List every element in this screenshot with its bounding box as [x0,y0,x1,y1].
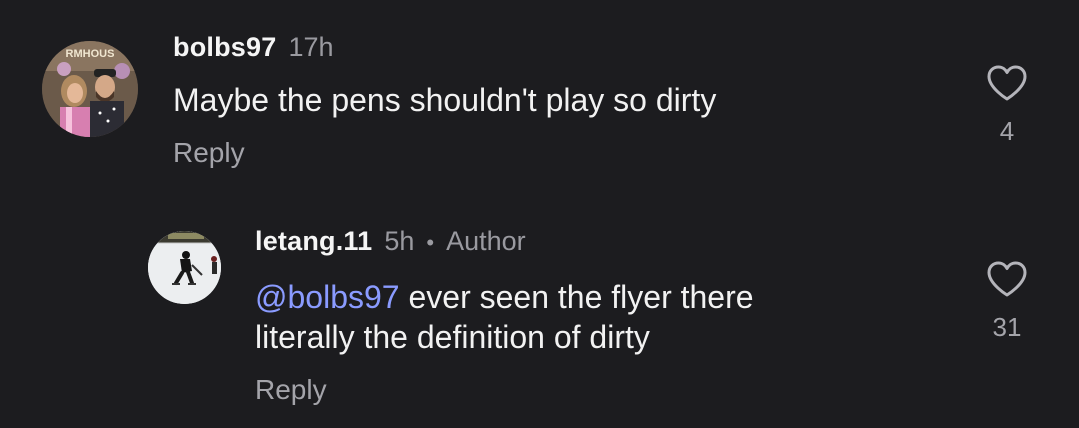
timestamp: 17h [288,32,334,62]
comment-text: @bolbs97 ever seen the flyer there liter… [255,277,754,357]
username[interactable]: bolbs97 [173,32,276,63]
separator-dot: • [426,230,435,255]
comment-meta: letang.11 5h • Author [255,226,526,257]
comment-text: Maybe the pens shouldn't play so dirty [173,82,717,118]
avatar-letang[interactable] [148,231,221,304]
avatar-sign-text: RMHOUS [66,48,115,60]
like-count: 31 [992,312,1022,342]
like-control: 31 [977,260,1037,343]
author-badge: Author [446,226,526,256]
heart-icon[interactable] [986,64,1028,102]
comment-text-line-1: @bolbs97 ever seen the flyer there [255,277,754,317]
avatar-hockey-photo-icon [148,231,221,304]
comment-meta: bolbs97 17h [173,32,334,63]
like-control: 4 [977,64,1037,147]
like-count: 4 [999,116,1015,146]
avatar-bolbs97[interactable]: RMHOUS [42,41,138,137]
reply-button[interactable]: Reply [173,137,245,169]
comment-text-line-2: literally the definition of dirty [255,319,650,355]
timestamp: 5h [384,226,415,256]
comment-text-continuation: ever seen the flyer there [399,279,754,315]
username[interactable]: letang.11 [255,226,372,257]
reply-button[interactable]: Reply [255,374,327,406]
avatar-photo-icon: RMHOUS [42,41,138,137]
heart-icon[interactable] [986,260,1028,298]
mention-link[interactable]: @bolbs97 [255,279,400,315]
